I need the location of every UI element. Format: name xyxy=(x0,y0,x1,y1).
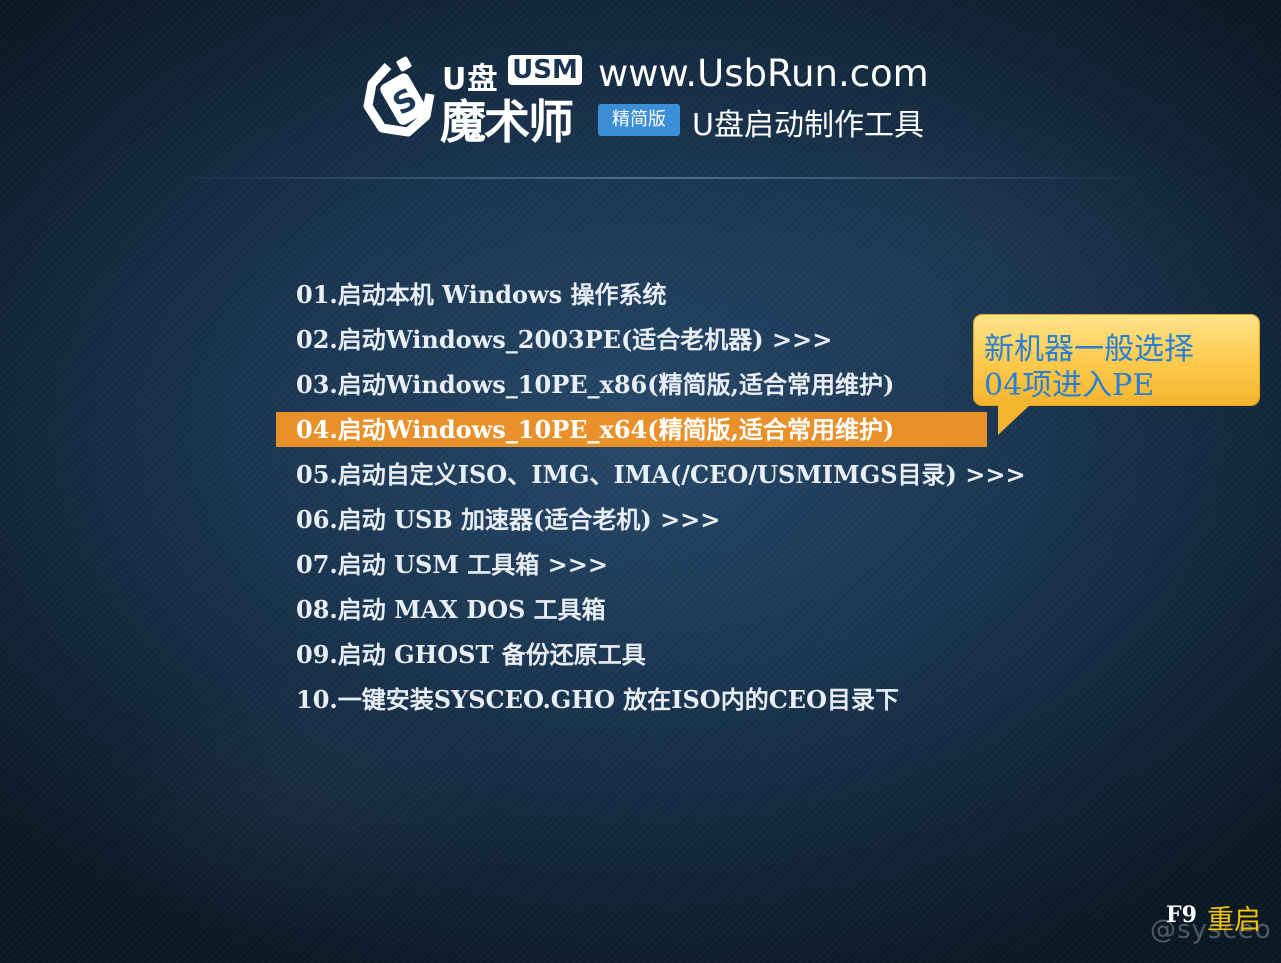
menu-item-05[interactable]: 05.启动自定义ISO、IMG、IMA(/CEO/USMIMGS目录) >>> xyxy=(276,452,1026,497)
brand-title-main: 魔术师 xyxy=(440,95,574,149)
header-divider xyxy=(160,177,1160,179)
edition-badge: 精简版 xyxy=(598,104,680,136)
boot-menu-screen: S U盘 USM 魔术师 www.UsbRun.com 精简版 U盘启动制作工具… xyxy=(0,0,1281,963)
menu-item-10[interactable]: 10.一键安装SYSCEO.GHO 放在ISO内的CEO目录下 xyxy=(276,677,996,722)
menu-item-02[interactable]: 02.启动Windows_2003PE(适合老机器) >>> xyxy=(276,317,996,362)
menu-item-01[interactable]: 01.启动本机 Windows 操作系统 xyxy=(276,272,996,317)
menu-item-06[interactable]: 06.启动 USB 加速器(适合老机) >>> xyxy=(276,497,996,542)
callout-text-line-2: 04项进入PE xyxy=(984,368,1155,403)
boot-menu: 01.启动本机 Windows 操作系统 02.启动Windows_2003PE… xyxy=(276,272,1026,722)
menu-item-08[interactable]: 08.启动 MAX DOS 工具箱 xyxy=(276,587,996,632)
menu-item-07[interactable]: 07.启动 USM 工具箱 >>> xyxy=(276,542,996,587)
menu-item-03[interactable]: 03.启动Windows_10PE_x86(精简版,适合常用维护) xyxy=(276,362,996,407)
site-url: www.UsbRun.com xyxy=(598,52,929,95)
callout-tail xyxy=(998,403,1032,435)
f9-key-hint: F9 xyxy=(1166,902,1197,928)
reboot-label[interactable]: 重启 xyxy=(1207,898,1261,937)
menu-item-04-selected[interactable]: 04.启动Windows_10PE_x64(精简版,适合常用维护) xyxy=(276,412,987,447)
menu-item-09[interactable]: 09.启动 GHOST 备份还原工具 xyxy=(276,632,996,677)
brand-usm-badge: USM xyxy=(508,55,582,85)
product-name: U盘启动制作工具 xyxy=(692,108,924,143)
usm-logo-icon: S xyxy=(363,56,435,137)
